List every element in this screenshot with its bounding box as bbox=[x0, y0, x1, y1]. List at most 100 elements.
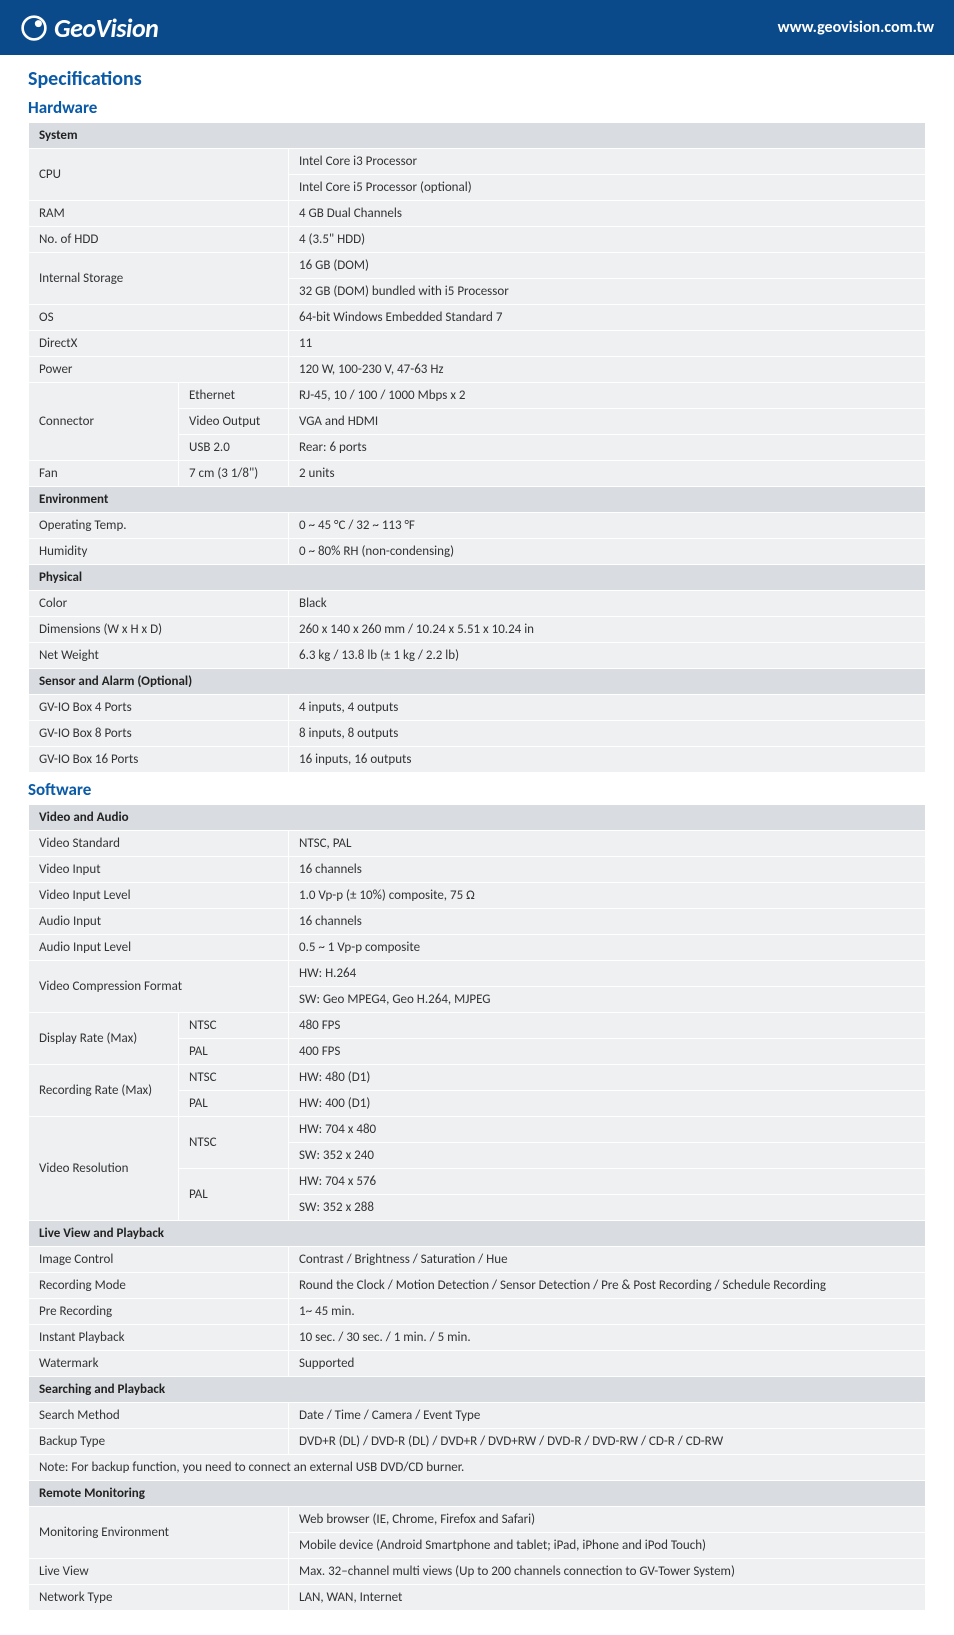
vres-ntsc-1: HW: 704 x 480 bbox=[289, 1117, 926, 1143]
wm-val: Supported bbox=[289, 1351, 926, 1377]
vstd-val: NTSC, PAL bbox=[289, 831, 926, 857]
optemp-label: Operating Temp. bbox=[29, 513, 289, 539]
connector-label: Connector bbox=[29, 383, 179, 461]
disp-ntsc: 480 FPS bbox=[289, 1013, 926, 1039]
disp-ntsc-label: NTSC bbox=[179, 1013, 289, 1039]
ram-val: 4 GB Dual Channels bbox=[289, 201, 926, 227]
hardware-table: System CPUIntel Core i3 Processor Intel … bbox=[28, 122, 926, 773]
weight-label: Net Weight bbox=[29, 643, 289, 669]
group-sp: Searching and Playback bbox=[29, 1377, 926, 1403]
rec-pal: HW: 400 (D1) bbox=[289, 1091, 926, 1117]
usb-label: USB 2.0 bbox=[179, 435, 289, 461]
p16-val: 16 inputs, 16 outputs bbox=[289, 747, 926, 773]
hdd-label: No. of HDD bbox=[29, 227, 289, 253]
vres-pal-1: HW: 704 x 576 bbox=[289, 1169, 926, 1195]
header-url: www.geovision.com.tw bbox=[778, 18, 934, 37]
hardware-title: Hardware bbox=[28, 97, 926, 118]
backup-note: Note: For backup function, you need to c… bbox=[29, 1455, 926, 1481]
group-physical: Physical bbox=[29, 565, 926, 591]
vout-label: Video Output bbox=[179, 409, 289, 435]
search-label: Search Method bbox=[29, 1403, 289, 1429]
p16-label: GV-IO Box 16 Ports bbox=[29, 747, 289, 773]
vres-ntsc-2: SW: 352 x 240 bbox=[289, 1143, 926, 1169]
cpu-label: CPU bbox=[29, 149, 289, 201]
vinlvl-val: 1.0 Vp-p (± 10%) composite, 75 Ω bbox=[289, 883, 926, 909]
software-table: Video and Audio Video StandardNTSC, PAL … bbox=[28, 804, 926, 1611]
vres-label: Video Resolution bbox=[29, 1117, 179, 1221]
color-label: Color bbox=[29, 591, 289, 617]
disp-pal: 400 FPS bbox=[289, 1039, 926, 1065]
weight-val: 6.3 kg / 13.8 lb (± 1 kg / 2.2 lb) bbox=[289, 643, 926, 669]
env-2: Mobile device (Android Smartphone and ta… bbox=[289, 1533, 926, 1559]
vin-val: 16 channels bbox=[289, 857, 926, 883]
software-title: Software bbox=[28, 779, 926, 800]
backup-val: DVD+R (DL) / DVD-R (DL) / DVD+R / DVD+RW… bbox=[289, 1429, 926, 1455]
nt-label: Network Type bbox=[29, 1585, 289, 1611]
storage-label: Internal Storage bbox=[29, 253, 289, 305]
wm-label: Watermark bbox=[29, 1351, 289, 1377]
directx-val: 11 bbox=[289, 331, 926, 357]
vcf-1: HW: H.264 bbox=[289, 961, 926, 987]
env-1: Web browser (IE, Chrome, Firefox and Saf… bbox=[289, 1507, 926, 1533]
fan-sub: 7 cm (3 1/8") bbox=[179, 461, 289, 487]
vcf-label: Video Compression Format bbox=[29, 961, 289, 1013]
os-label: OS bbox=[29, 305, 289, 331]
fan-label: Fan bbox=[29, 461, 179, 487]
rec-label: Recording Rate (Max) bbox=[29, 1065, 179, 1117]
vres-pal-label: PAL bbox=[179, 1169, 289, 1221]
group-rm: Remote Monitoring bbox=[29, 1481, 926, 1507]
group-lvp: Live View and Playback bbox=[29, 1221, 926, 1247]
ain-val: 16 channels bbox=[289, 909, 926, 935]
recmode-val: Round the Clock / Motion Detection / Sen… bbox=[289, 1273, 926, 1299]
header-bar: GeoVision www.geovision.com.tw bbox=[0, 0, 954, 55]
ainlvl-val: 0.5 ~ 1 Vp-p composite bbox=[289, 935, 926, 961]
imgctl-val: Contrast / Brightness / Saturation / Hue bbox=[289, 1247, 926, 1273]
vinlvl-label: Video Input Level bbox=[29, 883, 289, 909]
p8-label: GV-IO Box 8 Ports bbox=[29, 721, 289, 747]
lv-label: Live View bbox=[29, 1559, 289, 1585]
os-val: 64-bit Windows Embedded Standard 7 bbox=[289, 305, 926, 331]
globe-eye-icon bbox=[20, 14, 48, 42]
rec-pal-label: PAL bbox=[179, 1091, 289, 1117]
hdd-val: 4 (3.5" HDD) bbox=[289, 227, 926, 253]
disp-label: Display Rate (Max) bbox=[29, 1013, 179, 1065]
page-title: Specifications bbox=[28, 67, 926, 91]
content: Specifications Hardware System CPUIntel … bbox=[0, 55, 954, 1635]
brand-logo: GeoVision bbox=[20, 12, 158, 44]
disp-pal-label: PAL bbox=[179, 1039, 289, 1065]
prerec-val: 1~ 45 min. bbox=[289, 1299, 926, 1325]
rec-ntsc-label: NTSC bbox=[179, 1065, 289, 1091]
group-sensor: Sensor and Alarm (Optional) bbox=[29, 669, 926, 695]
vcf-2: SW: Geo MPEG4, Geo H.264, MJPEG bbox=[289, 987, 926, 1013]
p4-label: GV-IO Box 4 Ports bbox=[29, 695, 289, 721]
imgctl-label: Image Control bbox=[29, 1247, 289, 1273]
optemp-val: 0 ~ 45 °C / 32 ~ 113 °F bbox=[289, 513, 926, 539]
instpb-label: Instant Playback bbox=[29, 1325, 289, 1351]
vres-pal-2: SW: 352 x 288 bbox=[289, 1195, 926, 1221]
storage-1: 16 GB (DOM) bbox=[289, 253, 926, 279]
ram-label: RAM bbox=[29, 201, 289, 227]
vin-label: Video Input bbox=[29, 857, 289, 883]
humidity-val: 0 ~ 80% RH (non-condensing) bbox=[289, 539, 926, 565]
lv-val: Max. 32–channel multi views (Up to 200 c… bbox=[289, 1559, 926, 1585]
usb-val: Rear: 6 ports bbox=[289, 435, 926, 461]
nt-val: LAN, WAN, Internet bbox=[289, 1585, 926, 1611]
color-val: Black bbox=[289, 591, 926, 617]
brand-name: GeoVision bbox=[54, 12, 158, 44]
prerec-label: Pre Recording bbox=[29, 1299, 289, 1325]
eth-label: Ethernet bbox=[179, 383, 289, 409]
env-label: Monitoring Environment bbox=[29, 1507, 289, 1559]
directx-label: DirectX bbox=[29, 331, 289, 357]
dim-val: 260 x 140 x 260 mm / 10.24 x 5.51 x 10.2… bbox=[289, 617, 926, 643]
vstd-label: Video Standard bbox=[29, 831, 289, 857]
eth-val: RJ-45, 10 / 100 / 1000 Mbps x 2 bbox=[289, 383, 926, 409]
power-val: 120 W, 100-230 V, 47-63 Hz bbox=[289, 357, 926, 383]
cpu-1: Intel Core i3 Processor bbox=[289, 149, 926, 175]
backup-label: Backup Type bbox=[29, 1429, 289, 1455]
search-val: Date / Time / Camera / Event Type bbox=[289, 1403, 926, 1429]
ainlvl-label: Audio Input Level bbox=[29, 935, 289, 961]
vout-val: VGA and HDMI bbox=[289, 409, 926, 435]
power-label: Power bbox=[29, 357, 289, 383]
instpb-val: 10 sec. / 30 sec. / 1 min. / 5 min. bbox=[289, 1325, 926, 1351]
storage-2: 32 GB (DOM) bundled with i5 Processor bbox=[289, 279, 926, 305]
